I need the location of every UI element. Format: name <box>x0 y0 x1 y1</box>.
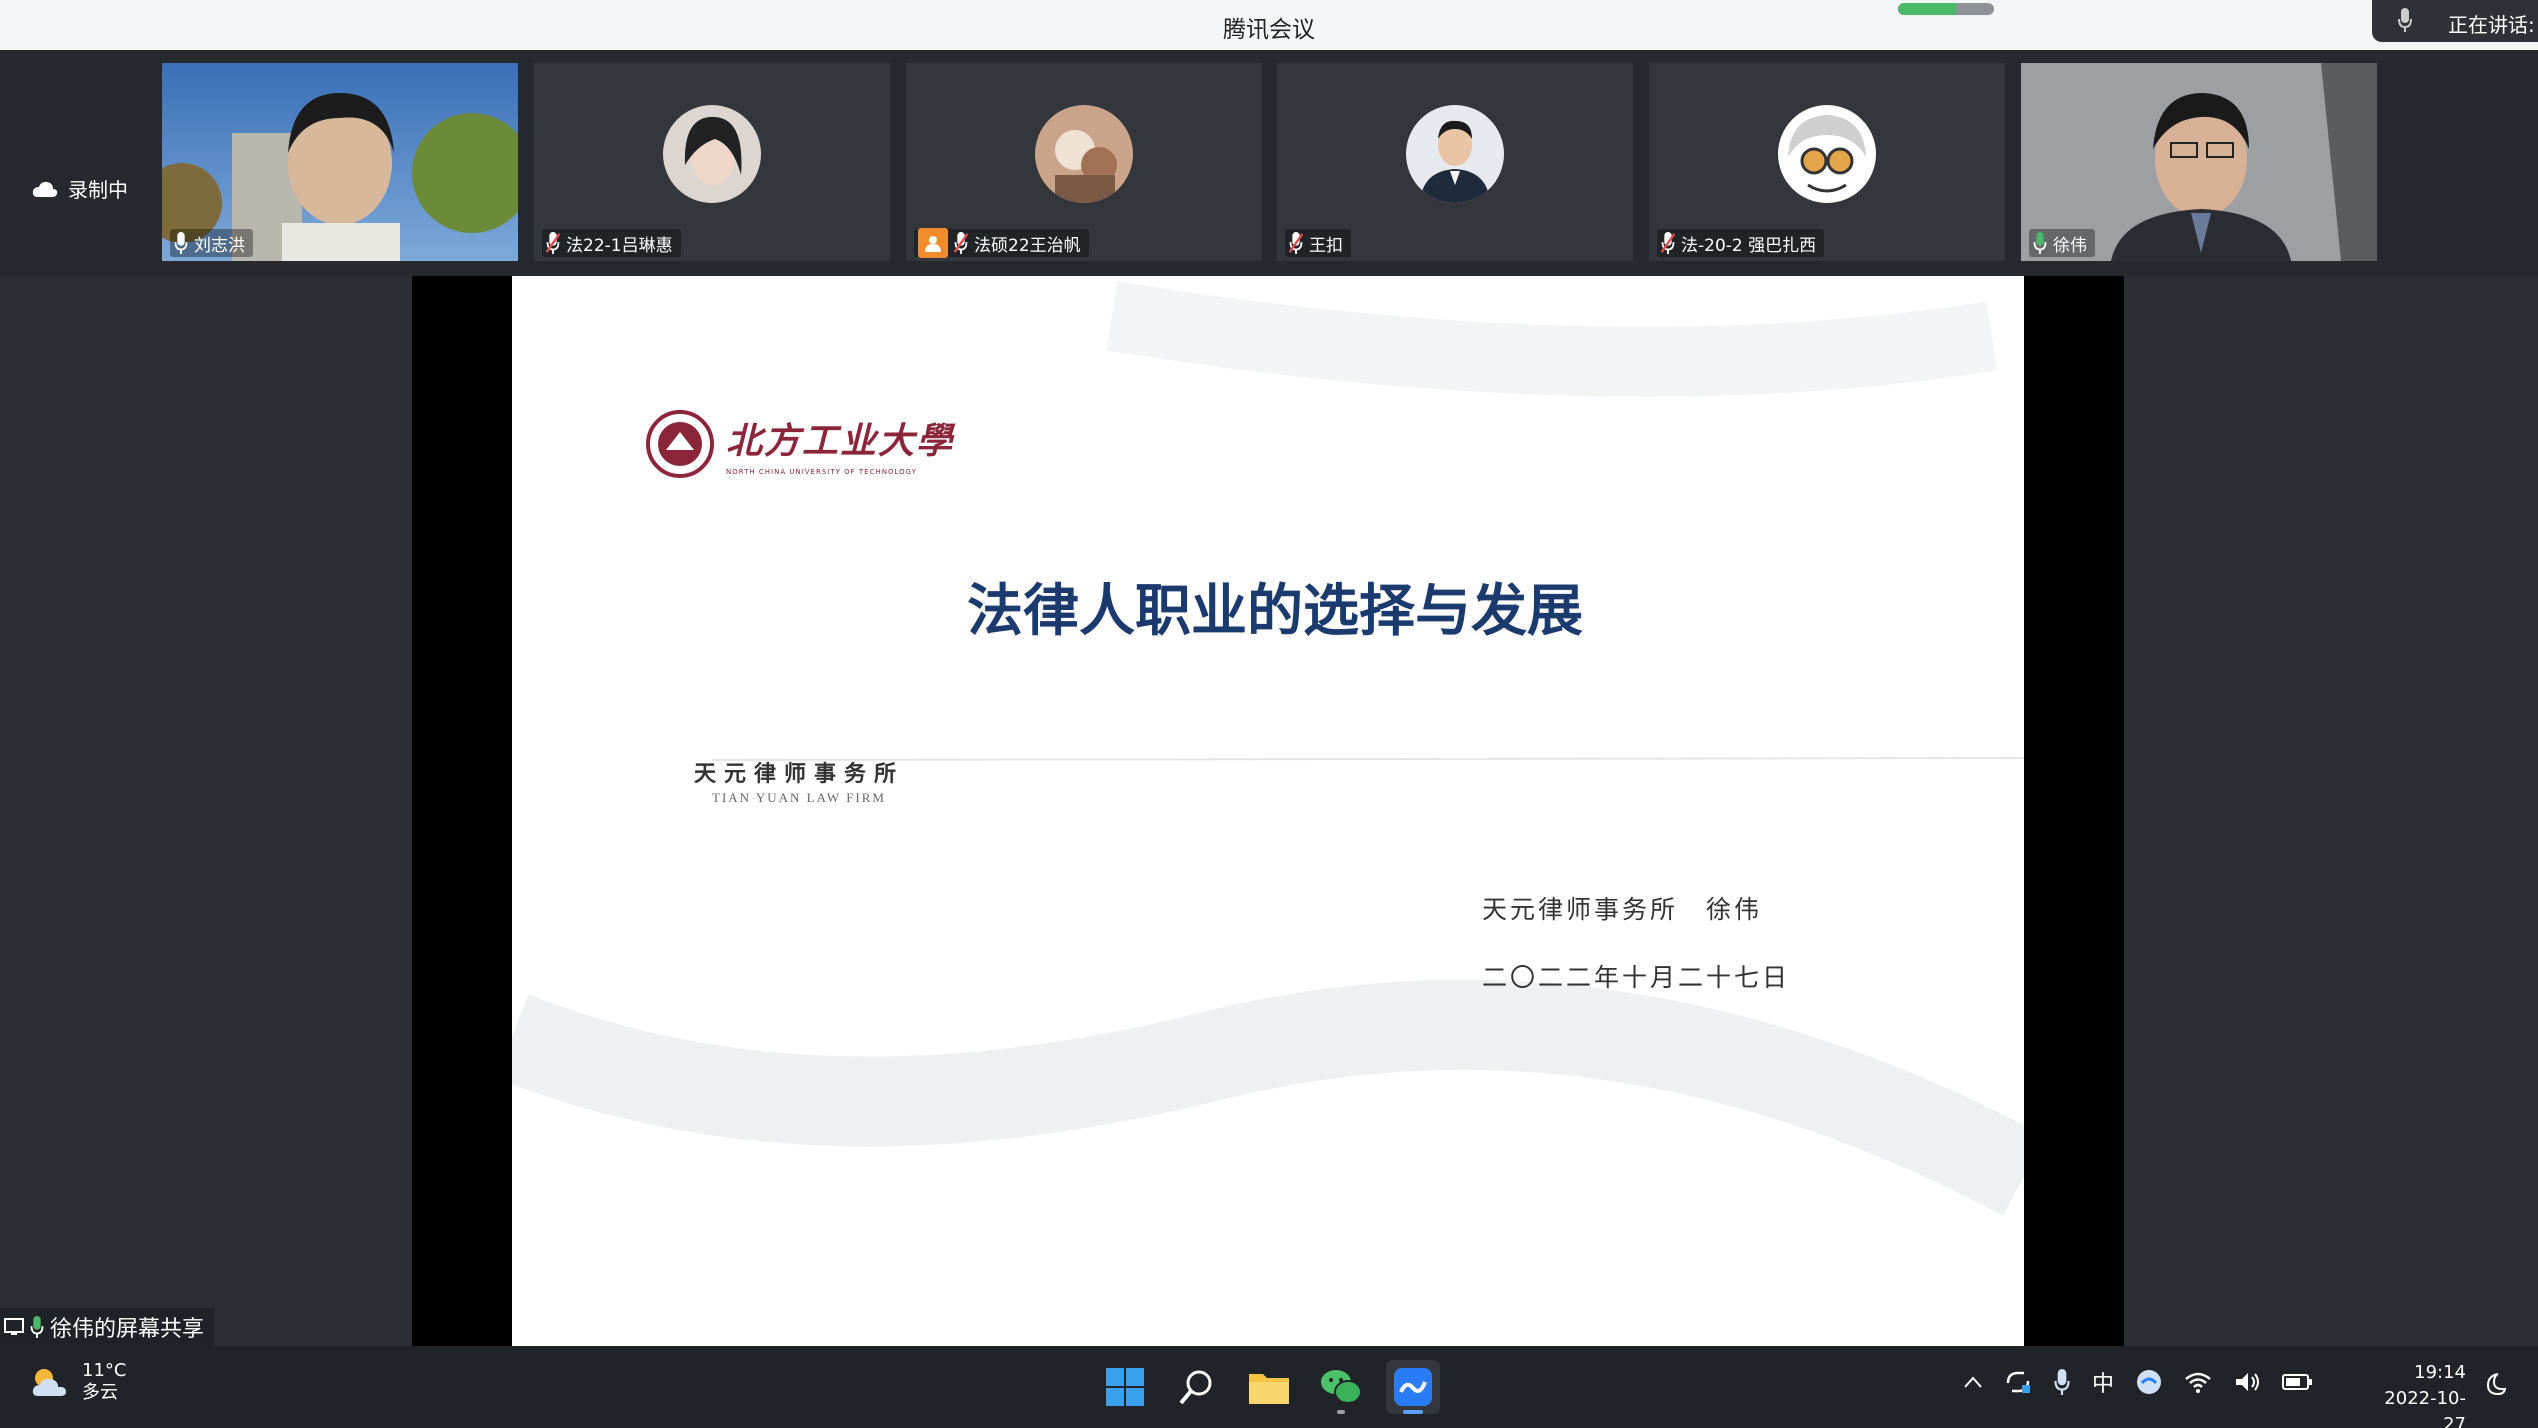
firm-name-en: TIAN YUAN LAW FIRM <box>712 790 886 805</box>
file-explorer-button[interactable] <box>1242 1360 1296 1414</box>
app-active-indicator <box>1403 1410 1423 1414</box>
title-bar: 腾讯会议 <box>0 0 2538 50</box>
participant-tile[interactable]: 刘志洪 <box>162 63 518 261</box>
cloudy-weather-icon <box>32 1369 66 1396</box>
participant-tile[interactable]: 法硕22王治帆 <box>906 63 1262 261</box>
app-running-indicator <box>1337 1410 1345 1414</box>
participant-tile[interactable]: 徐伟 <box>2021 63 2377 261</box>
share-owner: 徐伟的屏幕共享 <box>50 1317 205 1342</box>
participant-name: 法22-1吕琳惠 <box>566 235 673 256</box>
participant-name: 法-20-2 强巴扎西 <box>1681 235 1817 256</box>
system-clock[interactable]: 19:14 2022-10-27 <box>2362 1360 2466 1428</box>
university-seal-icon <box>646 410 714 478</box>
slide-date: 二〇二二年十月二十七日 <box>1482 963 1791 992</box>
clock-time: 19:14 <box>2414 1362 2466 1383</box>
focus-assist-moon-icon[interactable] <box>2484 1372 2506 1396</box>
participant-avatar <box>1035 105 1133 203</box>
university-logo: 北方工业大學 NORTH CHINA UNIVERSITY OF TECHNOL… <box>646 410 954 478</box>
microphone-icon <box>2398 8 2412 32</box>
screen-share-icon <box>4 1318 24 1335</box>
chevron-up-icon[interactable] <box>1964 1376 1982 1388</box>
sync-icon[interactable] <box>2004 1369 2032 1395</box>
feedback-icon[interactable] <box>2136 1369 2162 1395</box>
system-tray: 中 <box>1964 1366 2313 1398</box>
folder-icon <box>1249 1374 1289 1404</box>
participant-avatar <box>1778 105 1876 203</box>
participant-tile[interactable]: 法-20-2 强巴扎西 <box>1649 63 2005 261</box>
participant-avatar <box>1406 105 1504 203</box>
network-level-fill <box>1898 3 1956 15</box>
participant-nameplate: 刘志洪 <box>170 229 253 257</box>
volume-icon[interactable] <box>2234 1371 2260 1393</box>
screen-share-area[interactable]: 北方工业大學 NORTH CHINA UNIVERSITY OF TECHNOL… <box>0 276 2538 1346</box>
tencent-meeting-button[interactable] <box>1386 1360 1440 1414</box>
windows-logo-icon <box>1106 1368 1144 1406</box>
firm-name-cn: 天元律师事务所 <box>694 761 905 787</box>
screen-share-label[interactable]: 徐伟的屏幕共享 <box>0 1308 215 1346</box>
slide-author: 天元律师事务所 徐伟 <box>1482 895 1763 924</box>
microphone-on-icon <box>2033 232 2047 254</box>
search-button[interactable] <box>1170 1360 1224 1414</box>
slide-title-text: 法律人职业的选择与发展 <box>967 579 1583 644</box>
input-method-indicator[interactable]: 中 <box>2092 1366 2114 1398</box>
weather-description: 多云 <box>82 1382 118 1403</box>
microphone-muted-icon <box>1289 232 1303 254</box>
taskbar-apps <box>1098 1360 1440 1414</box>
recording-status[interactable]: 录制中 <box>32 174 128 203</box>
wifi-icon[interactable] <box>2184 1371 2212 1393</box>
wechat-button[interactable] <box>1314 1360 1368 1414</box>
weather-temperature: 11°C <box>82 1360 127 1381</box>
search-icon <box>1179 1370 1212 1405</box>
slide-title: 法律人职业的选择与发展 <box>512 566 2024 647</box>
meeting-window: 腾讯会议 正在讲话: 录制中 刘志洪 法22-1吕琳惠 法硕22王治帆 王扣 法… <box>0 0 2538 1428</box>
host-icon <box>918 228 948 258</box>
participant-nameplate: 法22-1吕琳惠 <box>542 229 681 257</box>
participant-avatar <box>663 105 761 203</box>
microphone-icon[interactable] <box>2054 1369 2070 1395</box>
participant-nameplate: 王扣 <box>1285 229 1351 257</box>
microphone-muted-icon <box>546 232 560 254</box>
participant-tile[interactable]: 王扣 <box>1277 63 1633 261</box>
participant-nameplate: 徐伟 <box>2029 229 2095 257</box>
participant-nameplate: 法-20-2 强巴扎西 <box>1657 229 1825 257</box>
weather-widget[interactable]: 11°C 多云 <box>30 1360 126 1404</box>
participant-name: 刘志洪 <box>194 235 245 256</box>
window-title: 腾讯会议 <box>1223 17 1315 43</box>
participant-name: 徐伟 <box>2053 235 2087 256</box>
microphone-on-icon <box>30 1316 44 1338</box>
university-subtitle: NORTH CHINA UNIVERSITY OF TECHNOLOGY <box>726 468 917 476</box>
microphone-muted-icon <box>954 232 968 254</box>
microphone-on-icon <box>174 232 188 254</box>
clock-date: 2022-10-27 <box>2384 1388 2466 1428</box>
microphone-muted-icon <box>1661 232 1675 254</box>
participant-name: 法硕22王治帆 <box>974 235 1081 256</box>
speaking-label: 正在讲话: <box>2448 13 2535 37</box>
participant-tile[interactable]: 法22-1吕琳惠 <box>534 63 890 261</box>
cloud-icon <box>32 181 58 197</box>
participant-nameplate: 法硕22王治帆 <box>914 228 1089 258</box>
wechat-icon <box>1321 1370 1362 1404</box>
presentation-slide: 北方工业大學 NORTH CHINA UNIVERSITY OF TECHNOL… <box>512 276 2024 1346</box>
battery-icon[interactable] <box>2282 1373 2313 1391</box>
recording-label: 录制中 <box>68 178 128 202</box>
law-firm-logo: 天元律师事务所 TIAN YUAN LAW FIRM <box>694 756 904 806</box>
university-name: 北方工业大學 <box>726 420 955 462</box>
network-indicator <box>1898 3 1994 15</box>
tencent-meeting-icon <box>1394 1368 1432 1406</box>
participant-name: 王扣 <box>1309 235 1343 256</box>
speaking-indicator[interactable]: 正在讲话: <box>2372 0 2538 42</box>
windows-start-button[interactable] <box>1098 1360 1152 1414</box>
windows-taskbar: 11°C 多云 中 19:14 2022-10-27 <box>0 1346 2538 1428</box>
